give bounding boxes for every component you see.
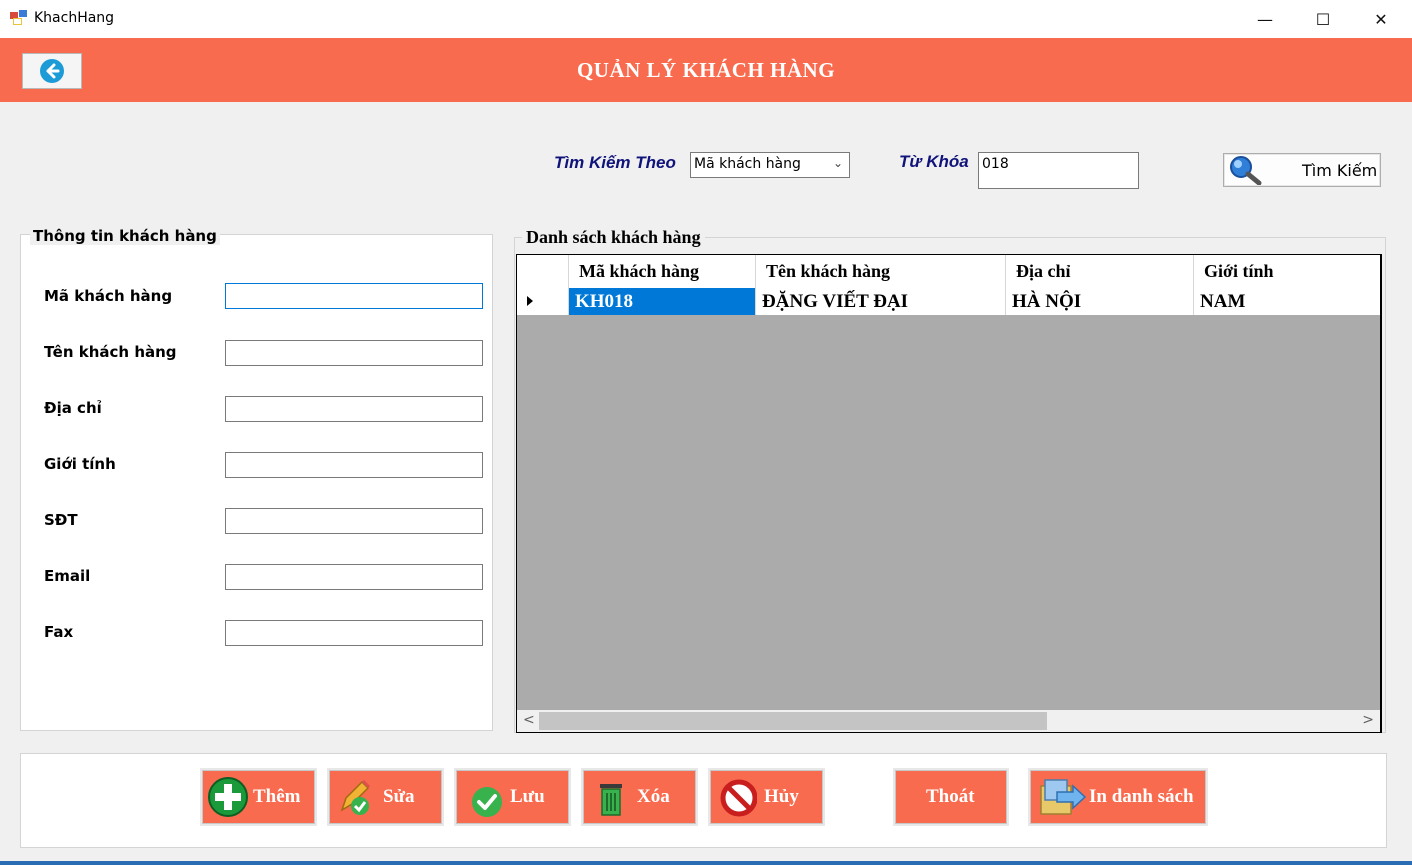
edit-button-label: Sửa	[383, 786, 415, 807]
scroll-thumb[interactable]	[539, 712, 1047, 730]
magnifier-icon	[1230, 156, 1262, 185]
maximize-icon: ☐	[1315, 9, 1331, 29]
export-folder-icon	[1040, 779, 1087, 815]
window-titlebar	[0, 0, 1412, 38]
phone-label: SĐT	[44, 511, 78, 529]
delete-button-label: Xóa	[637, 786, 670, 807]
search-by-select[interactable]: Mã khách hàng ⌄	[690, 152, 850, 178]
pencil-check-icon	[340, 780, 370, 815]
fax-input[interactable]	[225, 620, 483, 646]
close-window-button[interactable]: ✕	[1352, 0, 1410, 38]
cancel-button-label: Hủy	[764, 786, 799, 807]
row-header-corner	[517, 255, 569, 288]
exit-button-label: Thoát	[926, 786, 975, 807]
column-header-gender[interactable]: Giới tính	[1194, 255, 1380, 288]
maximize-button[interactable]: ☐	[1294, 0, 1352, 38]
check-circle-icon	[472, 787, 502, 817]
app-icon	[10, 10, 27, 25]
column-header-customer-id[interactable]: Mã khách hàng	[569, 255, 756, 288]
gender-input[interactable]	[225, 452, 483, 478]
email-input[interactable]	[225, 564, 483, 590]
print-list-button-label: In danh sách	[1089, 786, 1194, 807]
print-list-button[interactable]: In danh sách	[1030, 770, 1206, 824]
address-label: Địa chỉ	[44, 399, 102, 417]
customer-grid[interactable]: Mã khách hàng Tên khách hàng Địa chỉ Giớ…	[516, 254, 1382, 733]
delete-button[interactable]: Xóa	[583, 770, 696, 824]
exit-button[interactable]: Thoát	[895, 770, 1007, 824]
search-by-label: Tìm Kiếm Theo	[554, 153, 676, 172]
prohibited-icon	[720, 779, 757, 817]
search-button-label: Tìm Kiếm	[1302, 161, 1378, 180]
address-input[interactable]	[225, 396, 483, 422]
search-button[interactable]: Tìm Kiếm	[1223, 153, 1381, 187]
gender-label: Giới tính	[44, 455, 116, 473]
save-button-label: Lưu	[510, 786, 545, 807]
scroll-left-icon[interactable]: <	[523, 712, 535, 728]
customer-name-input[interactable]	[225, 340, 483, 366]
keyword-input[interactable]: 018	[978, 152, 1139, 189]
table-row[interactable]: KH018 ĐẶNG VIẾT ĐẠI HÀ NỘI NAM	[517, 288, 1380, 315]
email-label: Email	[44, 567, 91, 585]
chevron-down-icon: ⌄	[832, 156, 843, 170]
save-button[interactable]: Lưu	[456, 770, 569, 824]
cancel-button[interactable]: Hủy	[710, 770, 823, 824]
add-button-label: Thêm	[253, 786, 301, 807]
cell-gender[interactable]: NAM	[1194, 288, 1380, 315]
cell-address[interactable]: HÀ NỘI	[1006, 288, 1194, 315]
phone-input[interactable]	[225, 508, 483, 534]
customer-info-title: Thông tin khách hàng	[30, 227, 220, 245]
fax-label: Fax	[44, 623, 74, 641]
trash-icon	[600, 784, 622, 816]
close-icon: ✕	[1374, 9, 1388, 29]
edit-button[interactable]: Sửa	[329, 770, 442, 824]
customer-list-title: Danh sách khách hàng	[522, 227, 705, 248]
plus-circle-icon	[208, 777, 248, 817]
minimize-icon: —	[1257, 9, 1273, 29]
window-title: KhachHang	[34, 10, 115, 26]
cell-customer-id[interactable]: KH018	[569, 288, 756, 315]
scroll-right-icon[interactable]: >	[1362, 712, 1374, 728]
window-bottom-border	[0, 861, 1412, 865]
customer-id-input[interactable]	[225, 283, 483, 309]
column-header-customer-name[interactable]: Tên khách hàng	[756, 255, 1006, 288]
customer-id-label: Mã khách hàng	[44, 287, 173, 305]
horizontal-scrollbar[interactable]: < >	[517, 710, 1380, 732]
grid-header: Mã khách hàng Tên khách hàng Địa chỉ Giớ…	[517, 255, 1380, 289]
customer-name-label: Tên khách hàng	[44, 343, 177, 361]
page-title: QUẢN LÝ KHÁCH HÀNG	[576, 58, 836, 82]
keyword-label: Từ Khóa	[899, 152, 969, 171]
add-button[interactable]: Thêm	[202, 770, 315, 824]
minimize-button[interactable]: —	[1236, 0, 1294, 38]
cell-customer-name[interactable]: ĐẶNG VIẾT ĐẠI	[756, 288, 1006, 315]
search-by-value: Mã khách hàng	[694, 156, 801, 172]
column-header-address[interactable]: Địa chỉ	[1006, 255, 1194, 288]
current-row-icon	[527, 296, 533, 306]
row-selector[interactable]	[517, 288, 569, 315]
